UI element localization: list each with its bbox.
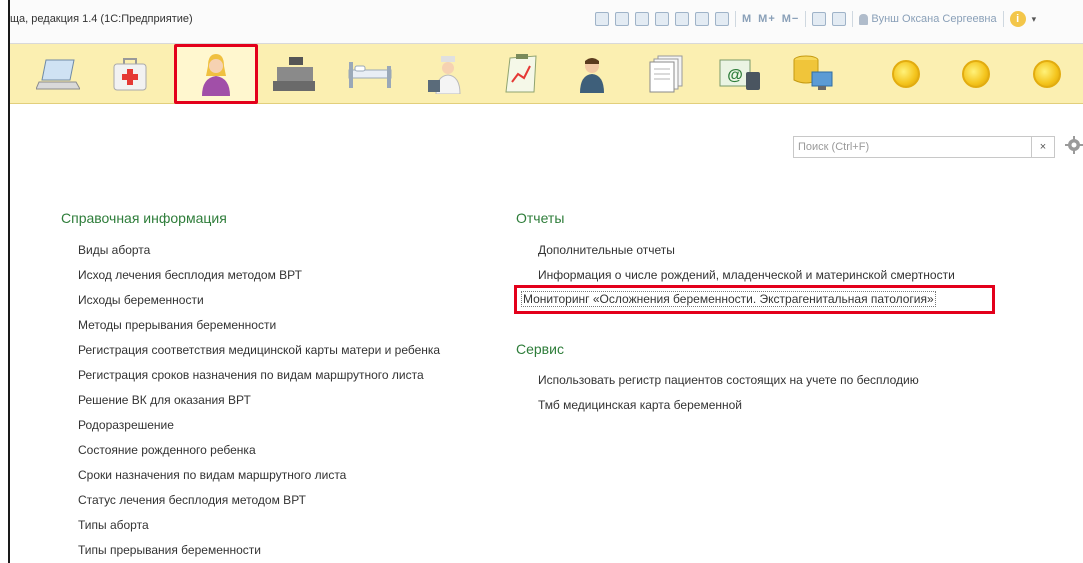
info-icon[interactable]: i — [1009, 11, 1026, 27]
toolbar-separator — [852, 11, 854, 27]
memory-minus-button[interactable]: M− — [782, 13, 800, 25]
search-box: × — [793, 136, 1055, 158]
print-preview-icon[interactable] — [675, 12, 689, 26]
memory-plus-button[interactable]: M+ — [758, 13, 776, 25]
service-link[interactable]: Использовать регистр пациентов состоящих… — [538, 373, 919, 387]
section-panel: @ — [10, 44, 1083, 104]
section-button-12[interactable] — [880, 49, 932, 99]
reference-link[interactable]: Статус лечения бесплодия методом ВРТ — [78, 493, 306, 507]
reference-link[interactable]: Состояние рожденного ребенка — [78, 443, 256, 457]
report-chart-icon — [505, 54, 537, 93]
title-toolbar: M M+ M− Вунш Оксана Сергеевна i ▾ — [595, 11, 1036, 27]
section-button-13[interactable] — [950, 49, 1002, 99]
reference-link[interactable]: Исход лечения бесплодия методом ВРТ — [78, 268, 302, 282]
email-icon: @ — [719, 59, 760, 90]
reference-link[interactable]: Методы прерывания беременности — [78, 318, 276, 332]
toolbar-separator — [735, 11, 736, 27]
reference-link[interactable]: Решение ВК для оказания ВРТ — [78, 393, 251, 407]
section-button-2[interactable] — [104, 49, 156, 99]
doctor-icon — [428, 56, 461, 94]
woman-icon — [202, 54, 230, 96]
section-button-7[interactable] — [496, 49, 548, 99]
reference-link[interactable]: Сроки назначения по видам маршрутного ли… — [78, 468, 346, 482]
reference-link[interactable]: Регистрация соответствия медицинской кар… — [78, 343, 440, 357]
service-group-title: Сервис — [516, 341, 564, 357]
report-link[interactable]: Дополнительные отчеты — [538, 243, 675, 257]
cash-register-icon — [273, 57, 315, 91]
calculator-icon[interactable] — [695, 12, 709, 26]
section-button-8[interactable] — [566, 49, 618, 99]
user-icon — [859, 13, 869, 25]
reference-group-title: Справочная информация — [61, 210, 227, 226]
svg-text:@: @ — [727, 67, 743, 84]
section-button-1[interactable] — [32, 49, 84, 99]
circle-icon — [1033, 60, 1061, 88]
report-link[interactable]: Информация о числе рождений, младенческо… — [538, 268, 955, 282]
section-button-6[interactable] — [420, 49, 472, 99]
section-button-3[interactable] — [174, 44, 258, 104]
circle-icon — [962, 60, 990, 88]
section-button-9[interactable] — [640, 49, 692, 99]
section-button-10[interactable]: @ — [714, 49, 766, 99]
reference-link[interactable]: Виды аборта — [78, 243, 150, 257]
preview-icon[interactable] — [635, 12, 649, 26]
calendar-icon[interactable] — [715, 12, 729, 26]
window-title: ща, редакция 1.4 (1С:Предприятие) — [10, 13, 193, 25]
documents-icon — [649, 55, 683, 93]
gear-icon[interactable] — [1065, 136, 1083, 154]
man-icon — [580, 58, 604, 93]
title-bar: ща, редакция 1.4 (1С:Предприятие) M M+ M… — [10, 0, 1083, 44]
current-user[interactable]: Вунш Оксана Сергеевна — [859, 13, 997, 25]
toolbar-separator — [1002, 11, 1004, 27]
save-icon[interactable] — [595, 12, 609, 26]
window-frame-edge — [0, 0, 10, 563]
hospital-bed-icon — [348, 62, 392, 88]
service-link[interactable]: Тмб медицинская карта беременной — [538, 398, 742, 412]
reference-link[interactable]: Типы аборта — [78, 518, 149, 532]
first-aid-kit-icon — [113, 58, 147, 91]
report-link-monitoring[interactable]: Мониторинг «Осложнения беременности. Экс… — [521, 291, 936, 307]
database-icon — [793, 55, 833, 90]
reports-group-title: Отчеты — [516, 210, 565, 226]
zoom-icon[interactable] — [812, 12, 827, 26]
chevron-down-icon[interactable]: ▾ — [1032, 14, 1037, 25]
reference-link[interactable]: Регистрация сроков назначения по видам м… — [78, 368, 424, 382]
reference-link[interactable]: Родоразрешение — [78, 418, 174, 432]
memory-button[interactable]: M — [742, 13, 752, 25]
circle-icon — [892, 60, 920, 88]
section-button-14[interactable] — [1021, 49, 1073, 99]
section-button-5[interactable] — [344, 49, 396, 99]
section-button-11[interactable] — [786, 49, 838, 99]
laptop-icon — [36, 59, 80, 90]
section-button-4[interactable] — [268, 49, 320, 99]
reference-link[interactable]: Исходы беременности — [78, 293, 204, 307]
clear-search-button[interactable]: × — [1031, 137, 1054, 157]
search-input[interactable] — [794, 137, 1040, 157]
toolbar-separator — [805, 11, 807, 27]
reference-link[interactable]: Типы прерывания беременности — [78, 543, 261, 557]
user-name: Вунш Оксана Сергеевна — [871, 13, 997, 25]
attach-icon[interactable] — [655, 12, 669, 26]
window-layout-icon[interactable] — [832, 12, 847, 26]
print-icon[interactable] — [615, 12, 629, 26]
